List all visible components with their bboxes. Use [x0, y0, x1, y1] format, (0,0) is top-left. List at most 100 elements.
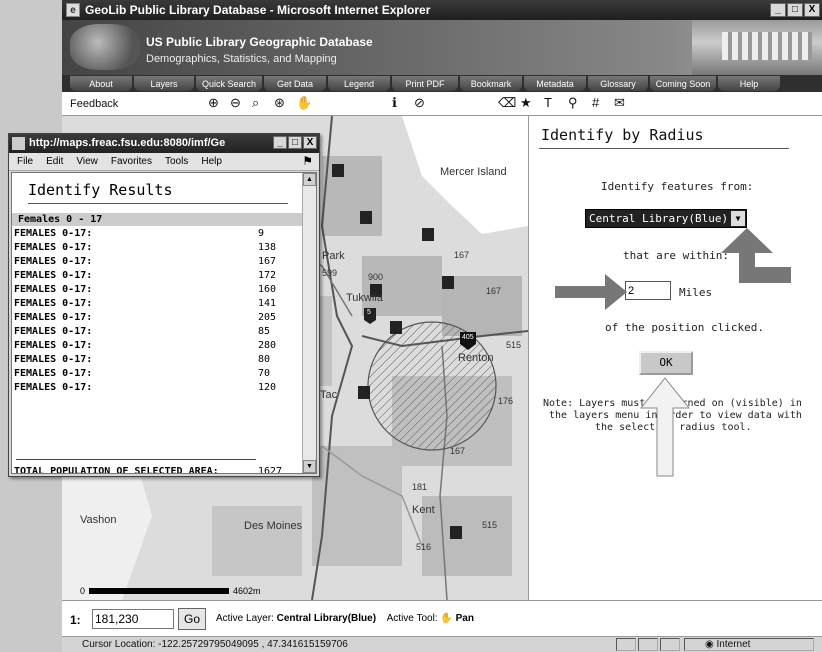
result-value: 205 — [258, 312, 277, 323]
status-pane — [616, 638, 636, 651]
zoom-full-icon[interactable]: ⌕ — [252, 95, 259, 111]
result-value: 167 — [258, 256, 277, 267]
route-label-599: 599 — [322, 268, 338, 278]
menu-tools[interactable]: Tools — [165, 156, 188, 167]
library-marker[interactable] — [442, 276, 454, 289]
identify-results-window: http://maps.freac.fsu.edu:8080/imf/Ge _ … — [8, 133, 320, 477]
active-tool-value: Pan — [455, 613, 474, 624]
nav-legend[interactable]: Legend — [328, 76, 390, 91]
menu-file[interactable]: File — [17, 156, 33, 167]
library-marker[interactable] — [358, 386, 370, 399]
globe-icon: ◉ — [705, 639, 717, 650]
ok-button[interactable]: OK — [639, 351, 693, 375]
result-row: FEMALES 0-17: 172 — [14, 270, 294, 283]
library-marker[interactable] — [450, 526, 462, 539]
library-marker[interactable] — [422, 228, 434, 241]
feedback-link[interactable]: Feedback — [70, 98, 118, 110]
locate-icon[interactable]: ⚲ — [568, 95, 578, 111]
result-value: 120 — [258, 382, 277, 393]
scale-input[interactable] — [92, 609, 174, 629]
main-nav: About Layers Quick Search Get Data Legen… — [62, 75, 822, 92]
menu-view[interactable]: View — [76, 156, 98, 167]
identify-panel: Identify by Radius Identify features fro… — [528, 116, 822, 600]
result-row: FEMALES 0-17: 120 — [14, 382, 294, 395]
result-row: FEMALES 0-17: 80 — [14, 354, 294, 367]
layer-select-value: Central Library(Blue) — [589, 212, 729, 225]
zoom-out-icon[interactable]: ⊖ — [230, 95, 241, 111]
nav-quick-search[interactable]: Quick Search — [196, 76, 262, 91]
scale-prefix: 1: — [70, 613, 81, 627]
close-button[interactable]: X — [804, 3, 820, 17]
result-row: FEMALES 0-17: 205 — [14, 312, 294, 325]
nav-metadata[interactable]: Metadata — [524, 76, 586, 91]
map-label-park: Park — [322, 250, 345, 262]
route-label-515: 515 — [482, 520, 498, 530]
go-button[interactable]: Go — [178, 608, 206, 630]
radius-input[interactable] — [625, 281, 671, 300]
total-divider — [16, 459, 256, 460]
nav-print-pdf[interactable]: Print PDF — [392, 76, 458, 91]
panel-heading: Identify by Radius — [541, 126, 704, 144]
result-label: FEMALES 0-17: — [14, 326, 93, 337]
pan-hand-icon: ✋ — [440, 613, 453, 624]
nav-layers[interactable]: Layers — [134, 76, 194, 91]
internet-zone: ◉ Internet — [684, 638, 814, 651]
result-row: FEMALES 0-17: 70 — [14, 368, 294, 381]
popup-minimize-button[interactable]: _ — [273, 136, 287, 149]
nav-bookmark[interactable]: Bookmark — [460, 76, 522, 91]
nav-glossary[interactable]: Glossary — [588, 76, 648, 91]
identify-from-label: Identify features from: — [601, 180, 754, 193]
browser-status-bar: Cursor Location: -122.25729795049095 , 4… — [62, 636, 822, 652]
eraser-icon[interactable]: ⌫ — [498, 95, 516, 111]
arrow-right-icon — [555, 274, 627, 310]
active-layer-label: Active Layer: — [216, 613, 274, 624]
results-heading: Identify Results — [28, 181, 173, 199]
scroll-up-icon[interactable]: ▲ — [303, 173, 316, 186]
popup-maximize-button[interactable]: □ — [288, 136, 302, 149]
map-label-vashon: Vashon — [80, 514, 117, 526]
result-row: FEMALES 0-17: 138 — [14, 242, 294, 255]
popup-close-button[interactable]: X — [303, 136, 317, 149]
result-label: FEMALES 0-17: — [14, 228, 93, 239]
note-line-3: the select by radius tool. — [595, 422, 752, 433]
note-line-1: Note: Layers must be turned on (visible)… — [543, 398, 802, 409]
result-value: 70 — [258, 368, 271, 379]
menu-favorites[interactable]: Favorites — [111, 156, 152, 167]
result-label: FEMALES 0-17: — [14, 312, 93, 323]
nav-coming-soon[interactable]: Coming Soon — [650, 76, 716, 91]
select-radius-icon[interactable]: ⊘ — [414, 95, 425, 111]
note-line-2: the layers menu in order to view data wi… — [549, 410, 802, 421]
result-label: FEMALES 0-17: — [14, 354, 93, 365]
chevron-down-icon[interactable]: ▼ — [731, 211, 745, 226]
site-banner: US Public Library Geographic Database De… — [62, 20, 822, 75]
zoom-active-icon[interactable]: ⊛ — [274, 95, 285, 111]
nav-get-data[interactable]: Get Data — [264, 76, 326, 91]
minimize-button[interactable]: _ — [770, 3, 786, 17]
library-marker[interactable] — [390, 321, 402, 334]
result-value: 85 — [258, 326, 271, 337]
nav-about[interactable]: About — [70, 76, 132, 91]
route-label-167: 167 — [454, 250, 470, 260]
email-icon[interactable]: ✉ — [614, 95, 625, 111]
popup-scrollbar[interactable]: ▲ ▼ — [302, 173, 316, 473]
maximize-button[interactable]: □ — [787, 3, 803, 17]
library-marker[interactable] — [360, 211, 372, 224]
result-value: 9 — [258, 228, 265, 239]
identify-info-icon[interactable]: ℹ — [392, 95, 397, 111]
zoom-in-icon[interactable]: ⊕ — [208, 95, 219, 111]
grid-icon[interactable]: # — [592, 95, 599, 110]
app-root: e GeoLib Public Library Database - Micro… — [0, 0, 822, 652]
map-label-renton: Renton — [458, 352, 494, 364]
map-label-kent: Kent — [412, 504, 435, 516]
text-tool-icon[interactable]: T — [544, 95, 552, 110]
star-icon[interactable]: ★ — [520, 95, 532, 111]
layer-select[interactable]: Central Library(Blue) ▼ — [585, 209, 747, 228]
pan-hand-icon[interactable]: ✋ — [296, 95, 312, 111]
route-label-167: 167 — [486, 286, 502, 296]
nav-help[interactable]: Help — [718, 76, 780, 91]
library-marker[interactable] — [332, 164, 344, 177]
menu-help[interactable]: Help — [201, 156, 222, 167]
scroll-down-icon[interactable]: ▼ — [303, 460, 316, 473]
menu-edit[interactable]: Edit — [46, 156, 63, 167]
map-label-tac: Tac — [320, 389, 338, 401]
